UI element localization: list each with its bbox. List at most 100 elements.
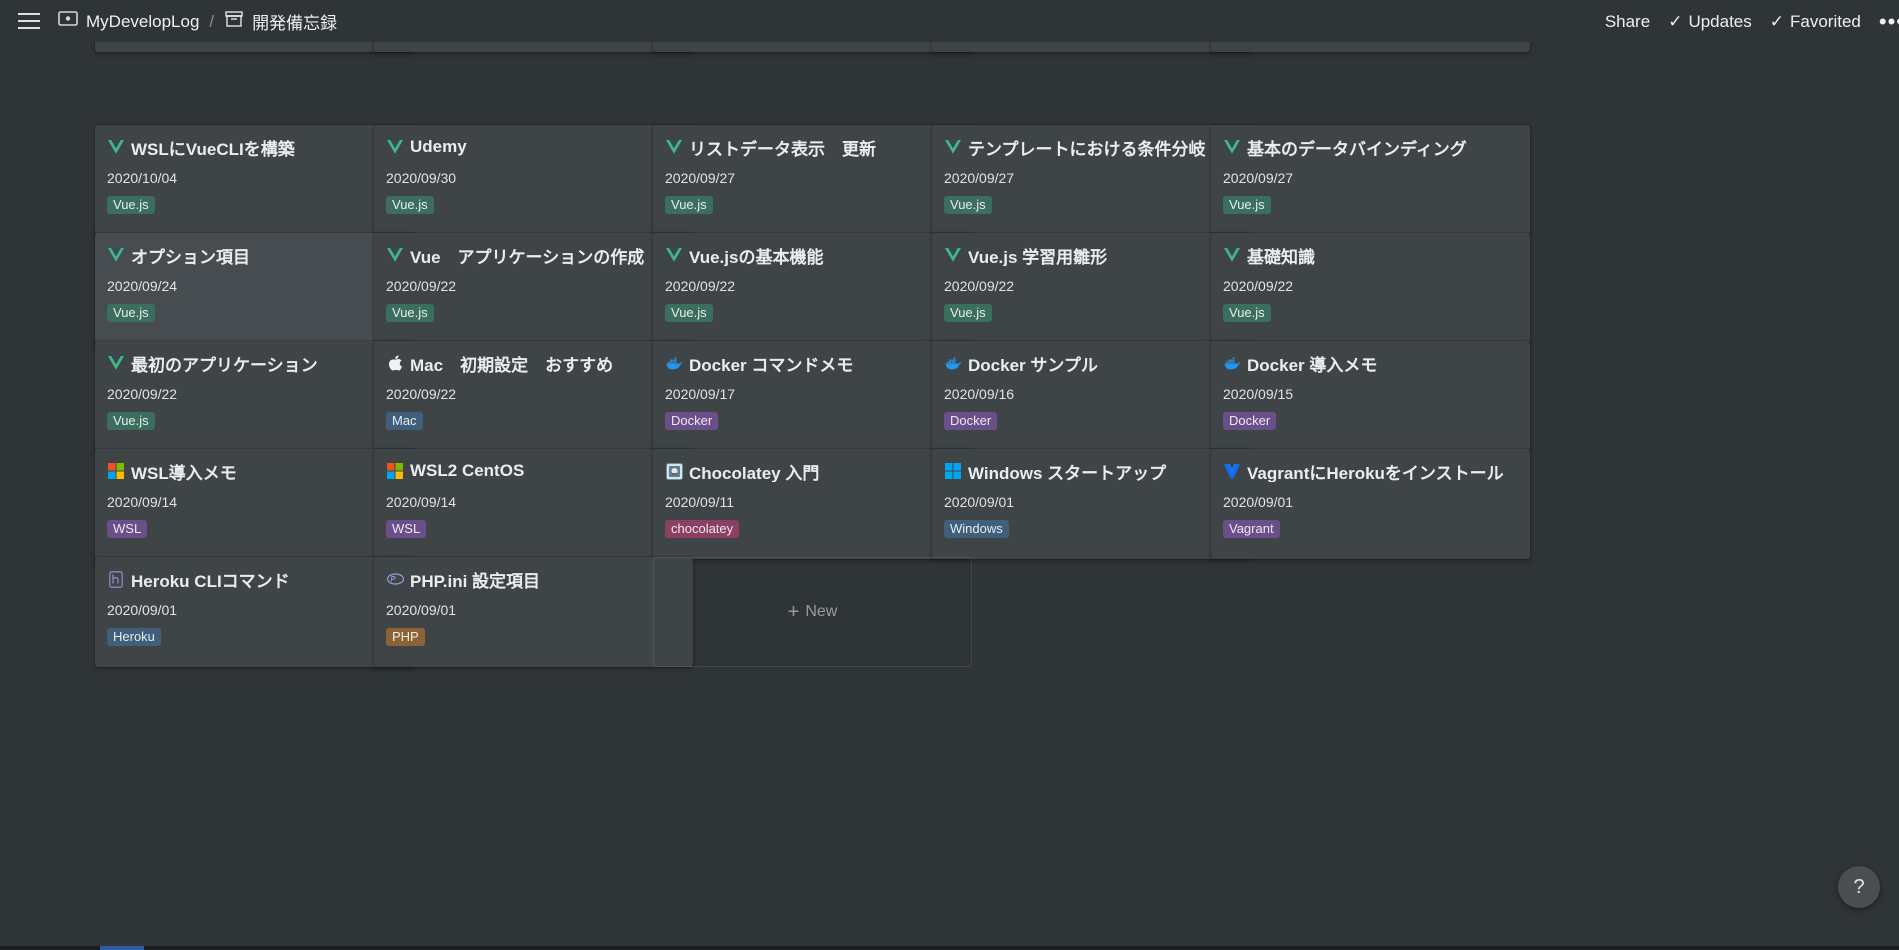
tag-badge: Vue.js [1223, 304, 1271, 322]
card-title-text: Windows スタートアップ [968, 463, 1167, 483]
vue-icon [665, 246, 683, 264]
breadcrumb-page[interactable]: 開発備忘録 [224, 9, 337, 34]
card-date: 2020/09/24 [107, 278, 178, 294]
card-tags: Mac [386, 412, 681, 430]
tag-badge: Vagrant [1223, 520, 1280, 538]
card-date: 2020/09/01 [107, 602, 178, 618]
new-card-label: New [805, 603, 838, 620]
card-date: 2020/09/14 [107, 494, 178, 510]
gallery-card[interactable]: WSL導入メモ 2020/09/14 WSL [95, 449, 414, 559]
favorite-button[interactable]: ✓ Favorited [1770, 12, 1861, 32]
card-date: 2020/09/27 [1223, 170, 1294, 186]
top-bar: MyDevelopLog / 開発備忘録 Share ✓ Updates ✓ F… [0, 0, 1899, 42]
gallery-grid: Vue.js GitHub2020/10/05Vue.jsGitポートフォリオサ… [95, 0, 1786, 950]
card-tags: chocolatey [665, 520, 960, 538]
card-title-text: Docker 導入メモ [1247, 355, 1378, 375]
card-tags: Heroku [107, 628, 402, 646]
gallery-card[interactable]: Docker 導入メモ 2020/09/15 Docker [1211, 341, 1530, 451]
card-title: 基本のデータバインディング [1223, 136, 1518, 158]
sidebar-toggle-icon[interactable] [18, 10, 40, 30]
vagrant-icon [1223, 462, 1241, 480]
card-tags: Vue.js [386, 196, 681, 214]
gallery-card[interactable]: リストデータ表示 更新 2020/09/27 Vue.js [653, 125, 972, 235]
vue-icon [107, 354, 125, 372]
card-title-text: VagrantにHerokuをインストール [1247, 463, 1504, 483]
gallery-card[interactable]: Udemy 2020/09/30 Vue.js [374, 125, 693, 235]
card-tags: Vue.js [665, 304, 960, 322]
gallery-card[interactable]: Vue.jsの基本機能 2020/09/22 Vue.js [653, 233, 972, 343]
gallery-card[interactable]: WSLにVueCLIを構築 2020/10/04 Vue.js [95, 125, 414, 235]
card-title-text: WSL2 CentOS [410, 461, 525, 480]
workspace-name: MyDevelopLog [86, 11, 200, 31]
archive-box-icon [224, 10, 244, 33]
gallery-card[interactable]: Mac 初期設定 おすすめ2020/09/22Mac••• [374, 341, 693, 451]
card-title-text: 基礎知識 [1247, 247, 1315, 267]
php-icon [386, 570, 404, 588]
card-title: 最初のアプリケーション [107, 352, 402, 374]
gallery-card[interactable]: オプション項目2020/09/24Vue.js••• [95, 233, 414, 343]
card-title: Vue.js 学習用雛形 [944, 244, 1239, 266]
gallery-card[interactable]: 基礎知識 2020/09/22 Vue.js [1211, 233, 1530, 343]
vue-icon [1223, 138, 1241, 156]
top-actions: Share ✓ Updates ✓ Favorited ••• [1605, 9, 1899, 35]
card-title-text: PHP.ini 設定項目 [410, 571, 541, 591]
gallery-card[interactable]: Docker サンプル 2020/09/16 Docker [932, 341, 1251, 451]
card-title: Vue.jsの基本機能 [665, 244, 960, 266]
updates-label: Updates [1688, 12, 1752, 31]
help-button[interactable]: ? [1838, 866, 1880, 908]
share-button[interactable]: Share [1605, 12, 1650, 32]
new-card-button[interactable]: + New [653, 557, 972, 667]
card-tags: WSL [386, 520, 681, 538]
tag-badge: WSL [107, 520, 148, 538]
gallery-card[interactable]: Vue アプリケーションの作成 2020/09/22 Vue.js [374, 233, 693, 343]
updates-button[interactable]: ✓ Updates [1668, 12, 1752, 32]
card-tags: Docker [944, 412, 1239, 430]
card-title-text: 最初のアプリケーション [131, 355, 318, 375]
gallery-card[interactable]: Docker コマンドメモ 2020/09/17 Docker [653, 341, 972, 451]
card-date: 2020/10/04 [107, 170, 178, 186]
gallery-card[interactable]: Heroku CLIコマンド 2020/09/01 Heroku [95, 557, 414, 667]
chocolatey-icon [665, 462, 683, 480]
card-title: PHP.ini 設定項目 [386, 568, 681, 590]
gallery-card[interactable]: Windows スタートアップ 2020/09/01 Windows [932, 449, 1251, 559]
gallery-card[interactable]: Chocolatey 入門 2020/09/11 chocolatey [653, 449, 972, 559]
vue-icon [1223, 246, 1241, 264]
tag-badge: Vue.js [107, 196, 155, 214]
card-date: 2020/09/01 [1223, 494, 1294, 510]
vue-icon [944, 138, 962, 156]
card-date: 2020/09/22 [386, 278, 457, 294]
breadcrumb-workspace[interactable]: MyDevelopLog [58, 10, 199, 33]
card-title-text: Vue.jsの基本機能 [689, 247, 824, 267]
card-title: WSL2 CentOS [386, 460, 681, 482]
card-tags: Vue.js [944, 196, 1239, 214]
card-tags: Vue.js [386, 304, 681, 322]
vue-icon [386, 138, 404, 156]
card-date: 2020/09/14 [386, 494, 457, 510]
apple-icon [386, 354, 404, 372]
gallery-card[interactable]: 基本のデータバインディング 2020/09/27 Vue.js [1211, 125, 1530, 235]
card-title-text: Udemy [410, 137, 467, 156]
card-tags: WSL [107, 520, 402, 538]
card-title: Docker コマンドメモ [665, 352, 960, 374]
docker-icon [665, 354, 683, 372]
tag-badge: Vue.js [944, 304, 992, 322]
breadcrumb-separator: / [209, 11, 215, 31]
card-title: WSLにVueCLIを構築 [107, 136, 402, 158]
vue-icon [107, 246, 125, 264]
gallery-card[interactable]: VagrantにHerokuをインストール 2020/09/01 Vagrant [1211, 449, 1530, 559]
gallery-card[interactable]: 最初のアプリケーション 2020/09/22 Vue.js [95, 341, 414, 451]
plus-icon: + [787, 600, 800, 623]
card-date: 2020/09/01 [944, 494, 1015, 510]
gallery-card[interactable]: Vue.js 学習用雛形 2020/09/22 Vue.js [932, 233, 1251, 343]
tag-badge: Vue.js [1223, 196, 1271, 214]
gallery-card[interactable]: テンプレートにおける条件分岐 2020/09/27 Vue.js [932, 125, 1251, 235]
gallery-card[interactable]: WSL2 CentOS 2020/09/14 WSL [374, 449, 693, 559]
card-title-text: オプション項目 [131, 247, 250, 267]
page-title: 開発備忘録 [252, 14, 338, 33]
gallery-card[interactable]: PHP.ini 設定項目 2020/09/01 PHP [374, 557, 693, 667]
more-options-button[interactable]: ••• [1879, 9, 1899, 35]
tag-badge: Mac [386, 412, 423, 430]
tag-badge: Docker [944, 412, 998, 430]
card-date: 2020/09/17 [665, 386, 736, 402]
tag-badge: Windows [944, 520, 1009, 538]
